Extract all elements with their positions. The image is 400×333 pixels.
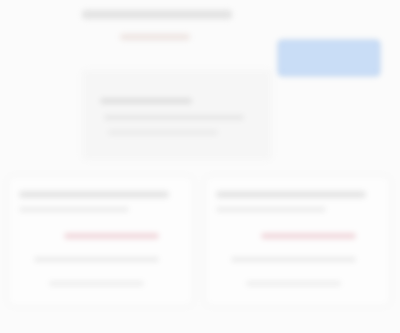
left-panel[interactable] — [8, 176, 193, 306]
left-panel-title-placeholder — [19, 191, 169, 198]
page-subtitle-placeholder — [120, 34, 190, 40]
page-title-placeholder — [82, 10, 232, 19]
left-panel-accent-placeholder — [64, 233, 159, 239]
right-panel-title-placeholder — [216, 191, 366, 198]
summary-card-text-placeholder — [104, 115, 244, 120]
primary-action-button[interactable] — [278, 40, 380, 76]
right-panel[interactable] — [205, 176, 390, 306]
summary-card-heading-placeholder — [100, 98, 192, 104]
left-panel-subtitle-placeholder — [19, 207, 129, 212]
summary-card-text-placeholder-2 — [108, 130, 218, 135]
left-panel-footer-placeholder — [49, 281, 144, 286]
left-panel-body-placeholder — [34, 257, 159, 262]
right-panel-accent-placeholder — [261, 233, 356, 239]
right-panel-body-placeholder — [231, 257, 356, 262]
right-panel-subtitle-placeholder — [216, 207, 326, 212]
right-panel-footer-placeholder — [246, 281, 341, 286]
